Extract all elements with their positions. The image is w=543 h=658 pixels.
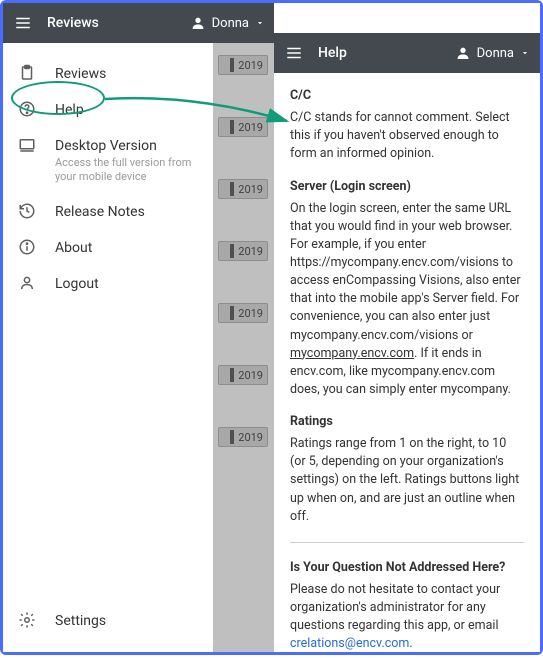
- help-article[interactable]: C/C C/C stands for cannot comment. Selec…: [274, 73, 540, 652]
- user-name: Donna: [477, 46, 514, 61]
- appbar-reviews: Reviews Donna: [3, 3, 275, 43]
- sidebar-item-release-notes[interactable]: Release Notes: [3, 193, 213, 229]
- help-text: Ratings range from 1 on the right, to 10…: [290, 435, 524, 526]
- sidebar-item-reviews[interactable]: Reviews: [3, 55, 213, 91]
- history-icon: [17, 201, 37, 221]
- hamburger-icon[interactable]: [284, 43, 304, 63]
- appbar-title: Reviews: [47, 15, 99, 31]
- sidebar-item-label: Reviews: [55, 66, 106, 82]
- contact-email-link[interactable]: crelations@encv.com: [290, 636, 409, 651]
- user-name: Donna: [212, 16, 249, 31]
- sidebar-item-label: Settings: [55, 613, 106, 629]
- sidebar-item-label: About: [55, 240, 92, 256]
- help-text: Please do not hesitate to contact your o…: [290, 581, 524, 652]
- help-heading-cc: C/C: [290, 87, 524, 105]
- sidebar-item-settings[interactable]: Settings: [3, 602, 213, 638]
- reviews-app-pane: 2019 2019 2019 2019 2019 2019 2019 Revie…: [3, 3, 275, 652]
- clipboard-icon: [17, 63, 37, 83]
- chevron-down-icon: [520, 48, 530, 58]
- hamburger-icon[interactable]: [13, 13, 33, 33]
- person-icon: [17, 273, 37, 293]
- sidebar-item-label: Help: [55, 102, 84, 118]
- sidebar-item-desktop[interactable]: Desktop Version Access the full version …: [3, 127, 213, 193]
- appbar-help: Help Donna: [274, 33, 540, 73]
- nav-drawer: Reviews Help Desktop Version Access the …: [3, 43, 213, 652]
- drawer-scrim[interactable]: [213, 43, 275, 652]
- sidebar-item-label: Logout: [55, 276, 99, 292]
- chevron-down-icon: [255, 18, 265, 28]
- sidebar-item-label: Release Notes: [55, 204, 145, 220]
- sidebar-item-sublabel: Access the full version from your mobile…: [55, 156, 199, 185]
- sidebar-item-about[interactable]: About: [3, 229, 213, 265]
- help-text: On the login screen, enter the same URL …: [290, 200, 524, 399]
- help-app-pane: Help Donna C/C C/C stands for cannot com…: [274, 3, 540, 652]
- appbar-title: Help: [318, 45, 347, 61]
- person-icon: [455, 45, 471, 61]
- person-icon: [190, 15, 206, 31]
- sidebar-item-logout[interactable]: Logout: [3, 265, 213, 301]
- sidebar-item-help[interactable]: Help: [3, 91, 213, 127]
- help-text: C/C stands for cannot comment. Select th…: [290, 109, 524, 163]
- server-url-example: mycompany.encv.com: [290, 346, 414, 361]
- user-menu[interactable]: Donna: [190, 15, 265, 31]
- sidebar-item-label: Desktop Version: [55, 138, 157, 154]
- info-icon: [17, 237, 37, 257]
- divider: [290, 542, 524, 543]
- help-heading-server: Server (Login screen): [290, 178, 524, 196]
- user-menu[interactable]: Donna: [455, 45, 530, 61]
- help-heading-ratings: Ratings: [290, 413, 524, 431]
- help-circle-icon: [17, 99, 37, 119]
- desktop-icon: [17, 135, 37, 155]
- gear-icon: [17, 610, 37, 630]
- help-heading-contact: Is Your Question Not Addressed Here?: [290, 559, 524, 577]
